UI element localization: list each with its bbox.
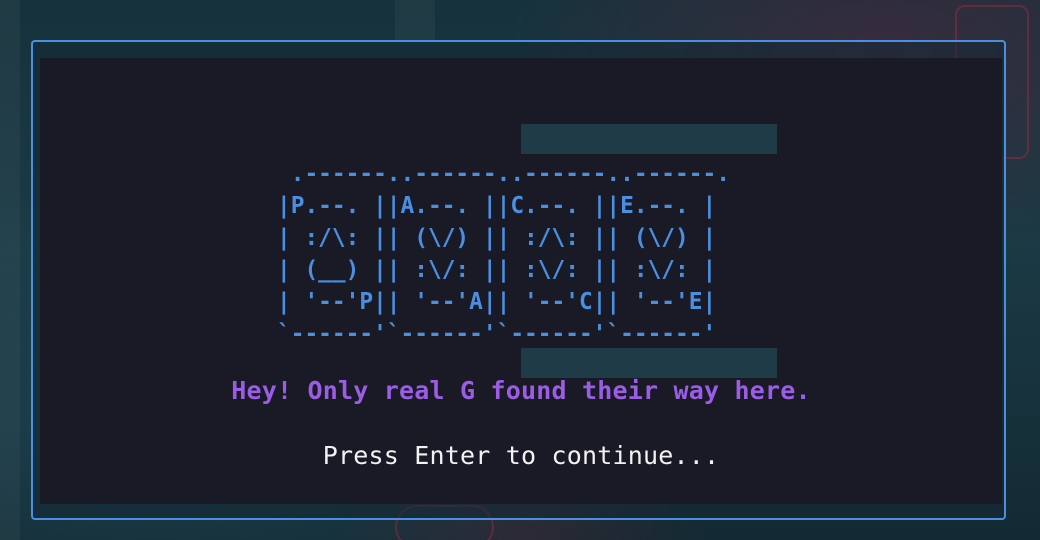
ascii-line: .------..------..------..------. bbox=[277, 161, 730, 187]
background-panel bbox=[395, 0, 435, 40]
terminal-screen[interactable]: .------..------..------..------. |P.--. … bbox=[40, 58, 1002, 504]
ascii-line: `------'`------'`------'`------' bbox=[277, 321, 717, 347]
selection-highlight bbox=[521, 348, 777, 378]
ascii-art-banner: .------..------..------..------. |P.--. … bbox=[277, 158, 730, 350]
ascii-line: | '--'P|| '--'A|| '--'C|| '--'E| bbox=[277, 289, 717, 315]
ascii-line: | :/\: || (\/) || :/\: || (\/) | bbox=[277, 225, 717, 251]
selection-highlight bbox=[521, 124, 777, 154]
ascii-line: | (__) || :\/: || :\/: || :\/: | bbox=[277, 257, 717, 283]
ascii-line: |P.--. ||A.--. ||C.--. ||E.--. | bbox=[277, 193, 717, 219]
welcome-message: Hey! Only real G found their way here. bbox=[231, 376, 811, 405]
continue-prompt[interactable]: Press Enter to continue... bbox=[40, 441, 1002, 470]
background-panel bbox=[0, 0, 20, 540]
terminal-window: .------..------..------..------. |P.--. … bbox=[31, 40, 1006, 520]
